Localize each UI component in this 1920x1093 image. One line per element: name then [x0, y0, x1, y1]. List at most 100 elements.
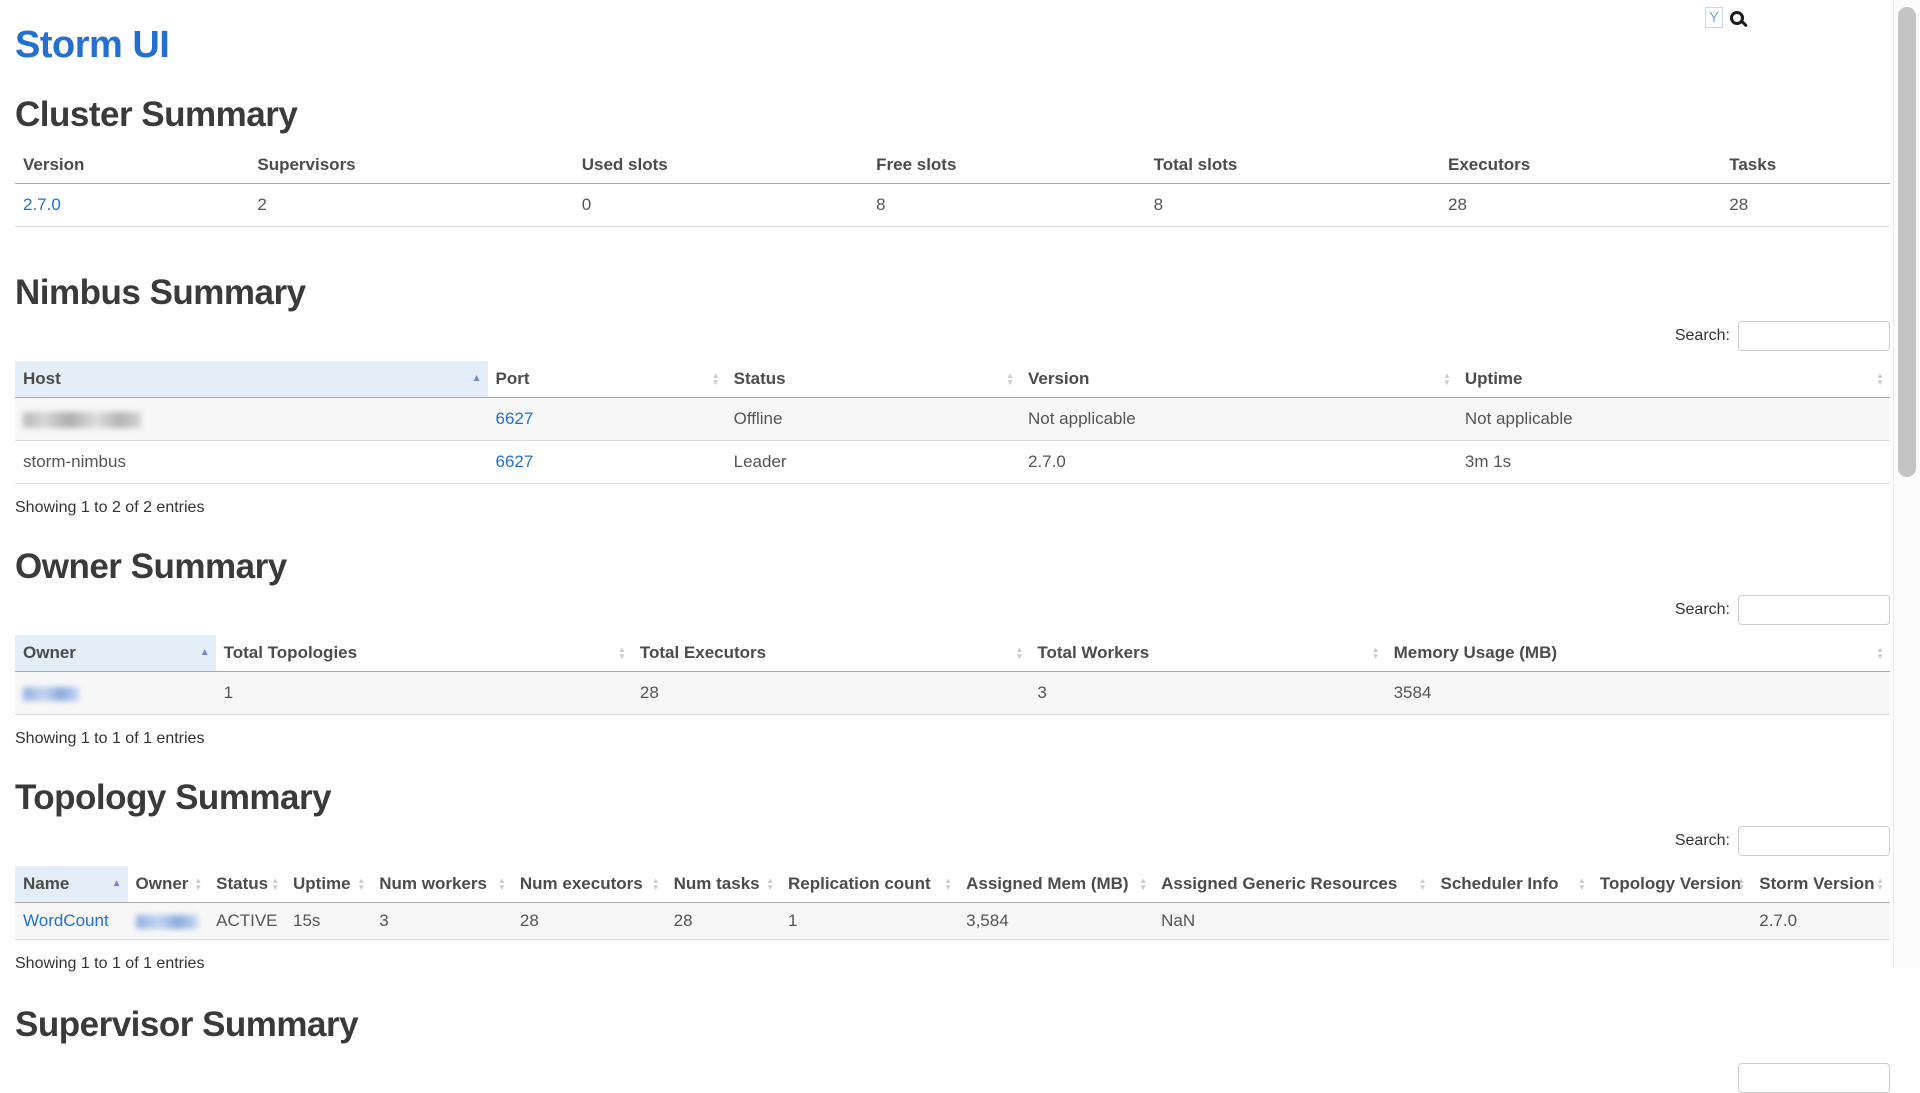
num-tasks-value: 28	[666, 903, 780, 940]
sort-both-icon	[194, 877, 202, 891]
col-header-replication-count[interactable]: Replication count	[780, 866, 958, 903]
col-header-used-slots: Used slots	[574, 147, 868, 184]
assigned-generic-resources-value: NaN	[1153, 903, 1432, 940]
free-slots-value: 8	[868, 184, 1146, 227]
replication-count-value: 1	[780, 903, 958, 940]
total-workers-value: 3	[1029, 672, 1385, 715]
sort-both-icon	[1876, 646, 1884, 660]
sort-both-icon	[271, 877, 279, 891]
sort-both-icon	[498, 877, 506, 891]
tasks-value: 28	[1721, 184, 1890, 227]
used-slots-value: 0	[574, 184, 868, 227]
nimbus-row: 6627 Offline Not applicable Not applicab…	[15, 398, 1890, 441]
total-topologies-value: 1	[216, 672, 632, 715]
nimbus-summary-section: Nimbus Summary Search: Host Port Status …	[15, 273, 1890, 517]
nimbus-summary-heading: Nimbus Summary	[15, 273, 1890, 313]
owner-summary-section: Owner Summary Search: Owner Total Topolo…	[15, 547, 1890, 748]
status-value: Leader	[726, 441, 1020, 484]
sort-asc-icon	[200, 648, 210, 658]
uptime-value: 3m 1s	[1457, 441, 1890, 484]
redacted-owner-value	[23, 687, 79, 701]
sort-both-icon	[1006, 372, 1014, 386]
memory-usage-value: 3584	[1386, 672, 1890, 715]
redacted-host-value	[23, 412, 141, 428]
topology-name-link[interactable]: WordCount	[23, 911, 109, 930]
cluster-row: 2.7.0 2 0 8 8 28 28	[15, 184, 1890, 227]
col-header-num-executors[interactable]: Num executors	[512, 866, 666, 903]
page-content: Storm UI Cluster Summary Version Supervi…	[0, 0, 1920, 1093]
nimbus-version-value: 2.7.0	[1020, 441, 1457, 484]
page-scrollbar[interactable]	[1893, 0, 1920, 968]
col-header-owner[interactable]: Owner	[15, 635, 216, 672]
owner-search-input[interactable]	[1738, 595, 1890, 625]
col-header-supervisors: Supervisors	[249, 147, 573, 184]
sort-both-icon	[1015, 646, 1023, 660]
sort-asc-icon	[472, 374, 482, 384]
col-header-topo-status[interactable]: Status	[208, 866, 285, 903]
topbar-search-widget: Y	[1705, 7, 1744, 28]
cluster-header-row: Version Supervisors Used slots Free slot…	[15, 147, 1890, 184]
supervisor-summary-heading: Supervisor Summary	[15, 1005, 1890, 1045]
sort-both-icon	[1737, 877, 1745, 891]
nimbus-entries-info: Showing 1 to 2 of 2 entries	[15, 499, 1890, 517]
sort-both-icon	[618, 646, 626, 660]
sort-both-icon	[1372, 646, 1380, 660]
col-header-topo-owner[interactable]: Owner	[128, 866, 209, 903]
owner-row: 1 28 3 3584	[15, 672, 1890, 715]
version-link[interactable]: 2.7.0	[23, 195, 61, 214]
sort-both-icon	[944, 877, 952, 891]
sort-both-icon	[1578, 877, 1586, 891]
topology-summary-table: Name Owner Status Uptime Num workers Num…	[15, 866, 1890, 940]
col-header-uptime[interactable]: Uptime	[1457, 361, 1890, 398]
col-header-total-workers[interactable]: Total Workers	[1029, 635, 1385, 672]
sort-asc-icon	[112, 879, 122, 889]
storm-version-value: 2.7.0	[1751, 903, 1890, 940]
supervisors-value: 2	[249, 184, 573, 227]
col-header-assigned-generic-resources[interactable]: Assigned Generic Resources	[1153, 866, 1432, 903]
col-header-host[interactable]: Host	[15, 361, 488, 398]
col-header-name[interactable]: Name	[15, 866, 128, 903]
col-header-status[interactable]: Status	[726, 361, 1020, 398]
col-header-total-topologies[interactable]: Total Topologies	[216, 635, 632, 672]
sort-both-icon	[1876, 877, 1884, 891]
uptime-value: Not applicable	[1457, 398, 1890, 441]
sort-both-icon	[766, 877, 774, 891]
supervisor-search-input[interactable]	[1738, 1063, 1890, 1093]
col-header-num-tasks[interactable]: Num tasks	[666, 866, 780, 903]
num-workers-value: 3	[371, 903, 512, 940]
owner-header-row: Owner Total Topologies Total Executors T…	[15, 635, 1890, 672]
col-header-port[interactable]: Port	[488, 361, 726, 398]
scheduler-info-value	[1433, 903, 1592, 940]
port-link[interactable]: 6627	[496, 452, 534, 471]
topology-version-value	[1592, 903, 1751, 940]
col-header-nimbus-version[interactable]: Version	[1020, 361, 1457, 398]
host-value: storm-nimbus	[15, 441, 488, 484]
col-header-assigned-mem[interactable]: Assigned Mem (MB)	[958, 866, 1153, 903]
nimbus-row: storm-nimbus 6627 Leader 2.7.0 3m 1s	[15, 441, 1890, 484]
topology-filter-input[interactable]: Y	[1705, 7, 1723, 28]
topology-search-input[interactable]	[1738, 826, 1890, 856]
topo-uptime-value: 15s	[285, 903, 371, 940]
col-header-topology-version[interactable]: Topology Version	[1592, 866, 1751, 903]
sort-both-icon	[1443, 372, 1451, 386]
col-header-topo-uptime[interactable]: Uptime	[285, 866, 371, 903]
cluster-summary-heading: Cluster Summary	[15, 95, 1890, 135]
nimbus-search-input[interactable]	[1738, 321, 1890, 351]
scrollbar-thumb[interactable]	[1898, 7, 1916, 477]
supervisor-search-row	[15, 1063, 1890, 1093]
col-header-memory-usage[interactable]: Memory Usage (MB)	[1386, 635, 1890, 672]
supervisor-summary-section: Supervisor Summary	[15, 1005, 1890, 1093]
col-header-tasks: Tasks	[1721, 147, 1890, 184]
port-link[interactable]: 6627	[496, 409, 534, 428]
col-header-version: Version	[15, 147, 249, 184]
sort-both-icon	[357, 877, 365, 891]
topology-entries-info: Showing 1 to 1 of 1 entries	[15, 955, 1890, 973]
search-icon[interactable]	[1730, 11, 1744, 25]
total-slots-value: 8	[1146, 184, 1440, 227]
sort-both-icon	[1876, 372, 1884, 386]
col-header-total-executors[interactable]: Total Executors	[632, 635, 1030, 672]
col-header-scheduler-info[interactable]: Scheduler Info	[1433, 866, 1592, 903]
col-header-num-workers[interactable]: Num workers	[371, 866, 512, 903]
total-executors-value: 28	[632, 672, 1030, 715]
col-header-storm-version[interactable]: Storm Version	[1751, 866, 1890, 903]
